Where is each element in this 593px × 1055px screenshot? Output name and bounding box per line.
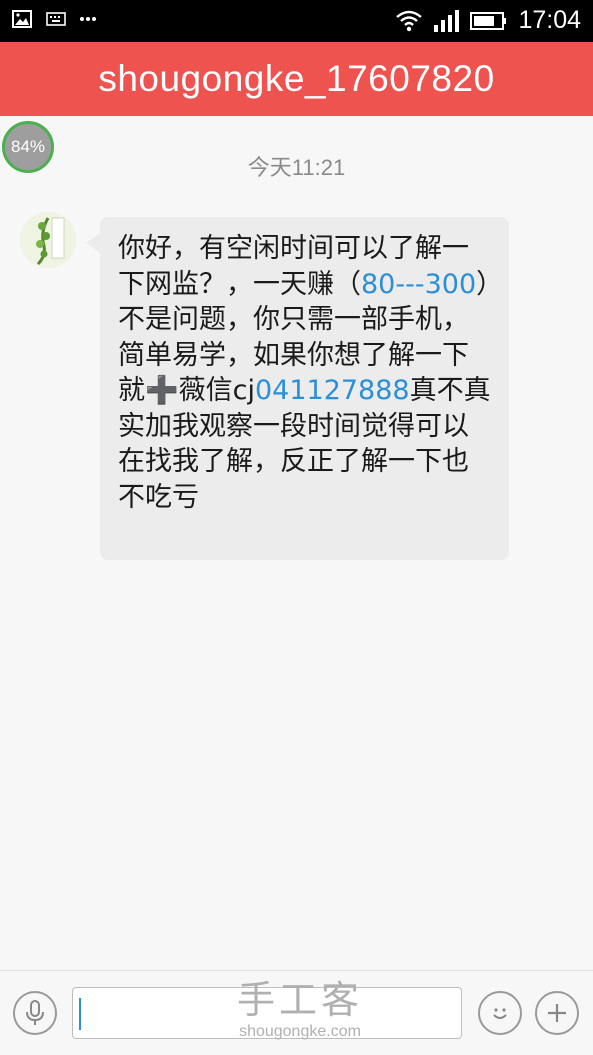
contact-avatar[interactable] [20, 212, 76, 268]
add-icon [548, 1004, 566, 1022]
plus-emoji: ➕ [145, 375, 179, 406]
plant-avatar-image [20, 212, 76, 268]
watermark-title: 手工客 [236, 978, 363, 1022]
message-link[interactable]: 80---300 [361, 269, 476, 300]
watermark: 手工客 shougongke.com [225, 978, 375, 1042]
message-text: 你好，有空闲时间可以了解一下网监？，一天赚（80---300）不是问题，你只需一… [118, 231, 495, 515]
chat-header: shougongke_17607820 [0, 42, 593, 116]
watermark-url: shougongke.com [239, 1023, 361, 1040]
signal-icon [434, 9, 460, 32]
status-right-icons: 17:04 [396, 6, 581, 35]
emoji-button[interactable] [478, 991, 522, 1035]
battery-icon [470, 11, 507, 30]
keyboard-icon [46, 12, 66, 26]
status-bar: 17:04 [0, 0, 593, 42]
message-link[interactable]: 041127888 [255, 375, 410, 406]
status-left-icons [12, 10, 96, 28]
contact-title: shougongke_17607820 [98, 58, 495, 99]
wifi-icon [396, 10, 423, 31]
voice-button[interactable] [13, 991, 57, 1035]
microphone-icon [26, 1000, 44, 1025]
message-segment: 薇信cj [178, 375, 255, 406]
image-icon [12, 10, 32, 28]
status-time: 17:04 [518, 6, 581, 34]
emoji-icon [493, 1008, 507, 1019]
message-timestamp: 今天11:21 [247, 155, 346, 180]
more-icon [80, 17, 96, 21]
message-bubble[interactable]: 你好，有空闲时间可以了解一下网监？，一天赚（80---300）不是问题，你只需一… [86, 217, 509, 560]
add-button[interactable] [535, 991, 579, 1035]
text-caret [79, 998, 81, 1030]
